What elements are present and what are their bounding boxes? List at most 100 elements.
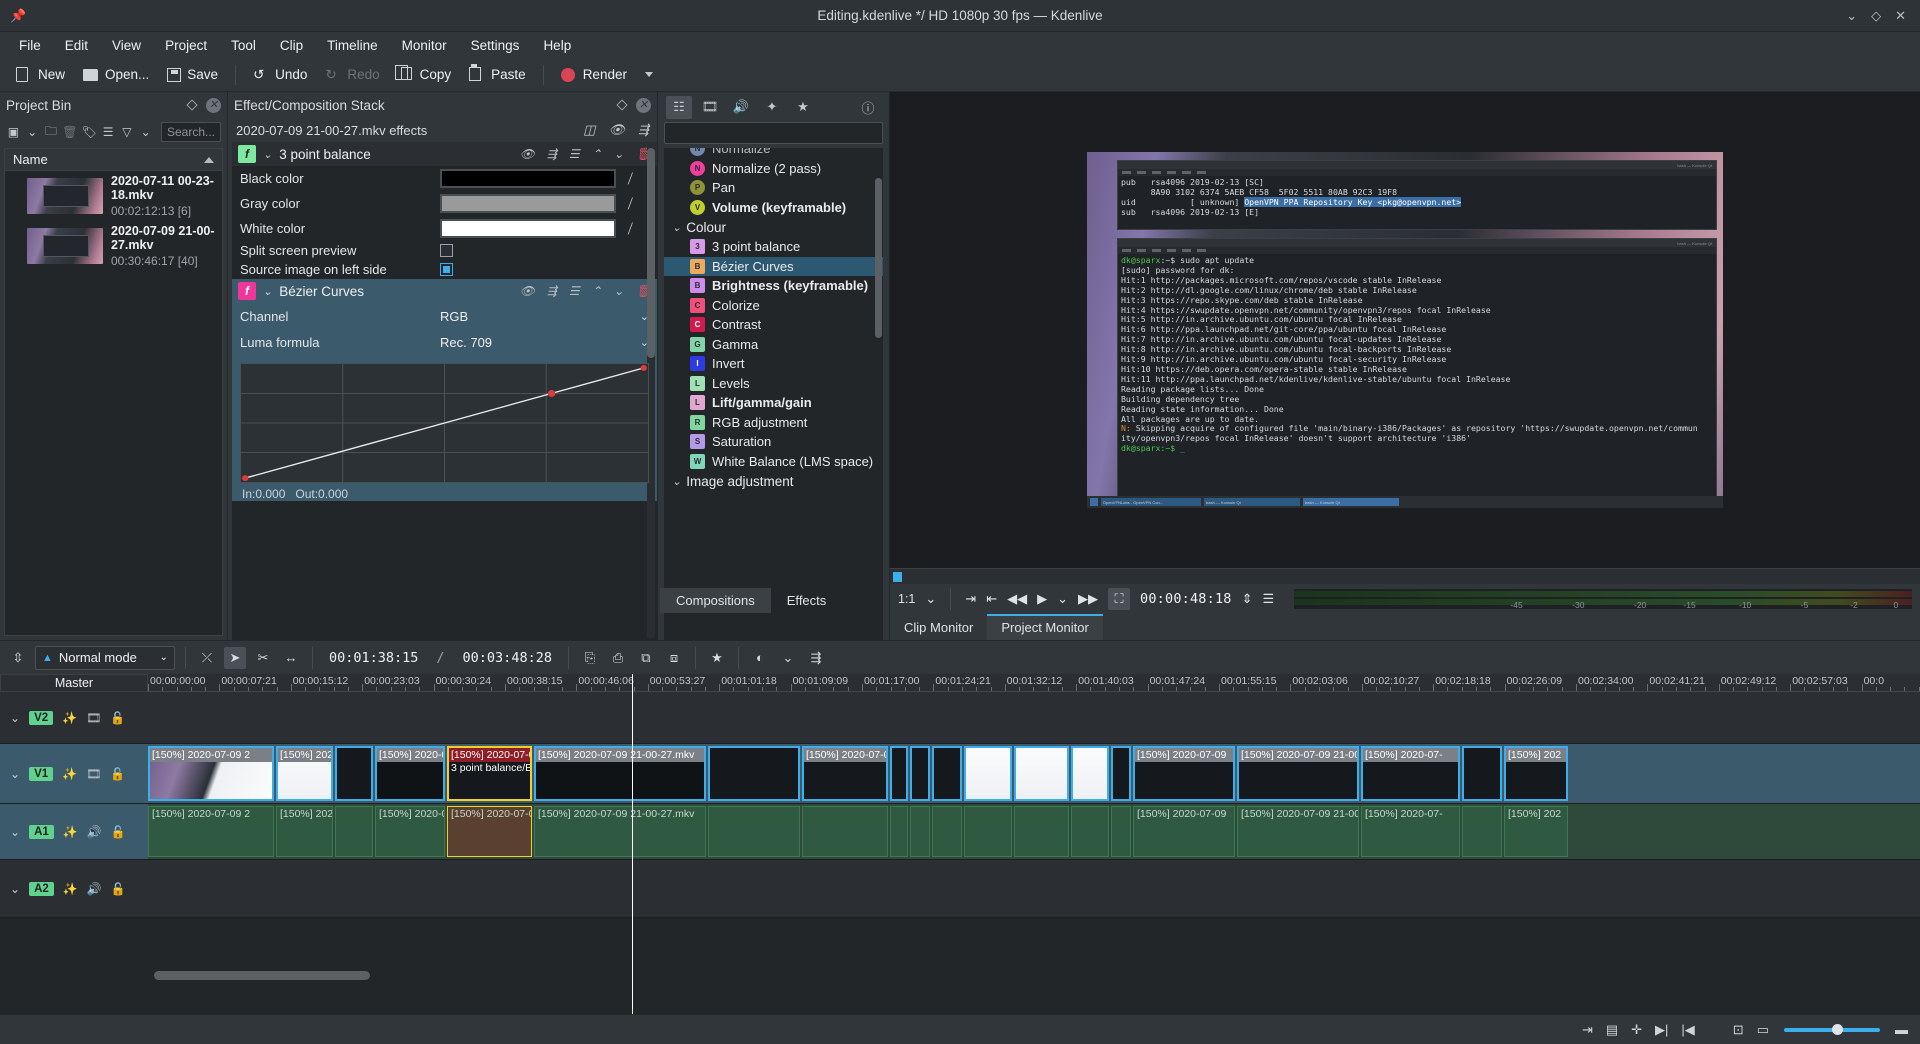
menu-help[interactable]: Help [532, 35, 582, 56]
effect-item-brightness-keyframable[interactable]: B Brightness (keyframable) [664, 276, 883, 296]
maximize-icon[interactable]: ◇ [1871, 8, 1881, 24]
eye-icon[interactable]: 👁 [520, 284, 535, 298]
overwrite-zone-icon[interactable]: ⧈ [663, 647, 685, 669]
move-up-icon[interactable]: ⌃ [592, 284, 602, 298]
timeline-audio-clip[interactable] [802, 806, 888, 857]
track-header-v2[interactable]: ⌄ V2 ✨ 🎞 🔓 [0, 692, 148, 743]
settings-sliders-icon[interactable]: ⇶ [638, 122, 649, 138]
list-item[interactable]: 2020-07-11 00-23-18.mkv 00:02:12:13 [6] [5, 171, 222, 221]
close-icon[interactable]: ✕ [636, 98, 651, 113]
timeline-clip[interactable] [1014, 746, 1069, 801]
eyedropper-icon[interactable]: ⟋ [624, 219, 638, 237]
marker-in-icon[interactable]: ▶| [1655, 1022, 1668, 1038]
effect-item-saturation[interactable]: S Saturation [664, 432, 883, 452]
timeline-clip[interactable]: [150%] 2020-07- [276, 746, 333, 801]
source-left-checkbox[interactable] [440, 263, 453, 276]
eyedropper-icon[interactable]: ⟋ [624, 169, 638, 187]
track-lock-icon[interactable]: 🔓 [111, 825, 126, 839]
menu-monitor[interactable]: Monitor [391, 35, 458, 56]
timeline-clip[interactable] [708, 746, 800, 801]
play-dropdown-icon[interactable]: ⌄ [1057, 591, 1068, 607]
new-button[interactable]: New [8, 63, 73, 87]
timeline-settings-icon[interactable]: ⇶ [805, 647, 827, 669]
track-body-a1[interactable]: [150%] 2020-07-09 2[150%] 2020-07-[150%]… [148, 804, 1920, 859]
effect-item-white-balance-lms[interactable]: W White Balance (LMS space) [664, 452, 883, 472]
timeline-audio-clip[interactable] [1014, 806, 1069, 857]
razor-tool-icon[interactable]: ✂ [252, 647, 274, 669]
timeline-clip[interactable]: [150%] 202 [1504, 746, 1568, 801]
list-item[interactable]: 2020-07-09 21-00-27.mkv 00:30:46:17 [40] [5, 221, 222, 271]
effect-item-pan[interactable]: P Pan [664, 178, 883, 198]
minimize-icon[interactable]: ⌄ [1846, 8, 1857, 24]
render-dropdown[interactable] [637, 68, 661, 81]
close-icon[interactable]: ✕ [1895, 8, 1906, 24]
extract-zone-icon[interactable]: ⎙ [607, 647, 629, 669]
list-view-icon[interactable]: ☰ [101, 124, 116, 141]
chevron-right-icon[interactable]: ⌄ [672, 475, 681, 488]
play-icon[interactable]: ▶ [1037, 591, 1047, 607]
timeline-menu-icon[interactable]: ⇳ [7, 647, 29, 669]
menu-file[interactable]: File [8, 35, 52, 56]
split-compare-icon[interactable]: ◫ [583, 122, 595, 138]
spacer-tool-icon[interactable]: ↔ [280, 647, 302, 669]
menu-project[interactable]: Project [154, 35, 218, 56]
timeline-clip[interactable]: [150%] 2020-07-09 21-00-27.mkv [534, 746, 706, 801]
tab-clip-monitor[interactable]: Clip Monitor [890, 616, 987, 640]
close-icon[interactable]: ✕ [206, 98, 221, 113]
effect-item-rgb-adjustment[interactable]: R RGB adjustment [664, 413, 883, 433]
eye-icon[interactable]: 👁 [609, 122, 626, 138]
taskbar-item[interactable]: bash — Konsole Qt [1303, 498, 1399, 506]
filter-icon[interactable]: ▽ [119, 124, 134, 141]
effect-item-colorize[interactable]: C Colorize [664, 296, 883, 316]
insert-edit-icon[interactable]: ⇥ [1582, 1022, 1593, 1038]
start-menu-icon[interactable] [1090, 498, 1098, 506]
timeline-clip[interactable] [910, 746, 930, 801]
menu-icon[interactable]: ☰ [569, 284, 580, 298]
effect-item-invert[interactable]: I Invert [664, 354, 883, 374]
move-down-icon[interactable]: ⌄ [614, 147, 624, 161]
timeline-audio-clip[interactable] [335, 806, 373, 857]
eye-icon[interactable]: 👁 [520, 147, 535, 161]
track-body-a2[interactable] [148, 860, 1920, 917]
tab-project-monitor[interactable]: Project Monitor [987, 614, 1102, 640]
fit-zoom-icon[interactable]: ⊡ [1733, 1022, 1744, 1038]
menu-settings[interactable]: Settings [460, 35, 531, 56]
add-clip-icon[interactable]: ▣ [6, 124, 21, 141]
monitor-position-marker[interactable] [893, 572, 902, 582]
track-audio-icon[interactable]: 🔊 [87, 882, 102, 896]
preview-dropdown-icon[interactable]: ⌄ [777, 647, 799, 669]
effect-group-colour[interactable]: ⌄ Colour [664, 217, 883, 237]
master-track-header[interactable]: Master [0, 674, 148, 692]
timeline-audio-clip[interactable]: [150%] 2020-07-09 21-00-27.mkv [1237, 806, 1359, 857]
track-header-v1[interactable]: ⌄ V1 ✨ 🎞 🔓 [0, 744, 148, 803]
preview-render-icon[interactable]: ◐ [749, 647, 771, 669]
effects-list-scrollbar[interactable] [875, 178, 882, 338]
timeline-ruler[interactable]: 00:00:00:0000:00:07:2100:00:15:1200:00:2… [148, 674, 1920, 692]
timeline-audio-clip[interactable]: [150%] 202 [1504, 806, 1568, 857]
filter-dropdown-icon[interactable]: ⌄ [138, 124, 153, 141]
tab-custom-effects-icon[interactable]: ✦ [759, 96, 785, 119]
render-button[interactable]: Render [553, 63, 635, 87]
zoom-in-icon[interactable]: ▬ [1895, 1022, 1908, 1037]
timeline-audio-clip[interactable]: [150%] 2020-07- [375, 806, 445, 857]
track-audio-icon[interactable]: 🔊 [87, 825, 102, 839]
track-name[interactable]: A1 [29, 825, 54, 839]
effects-search-input[interactable] [664, 122, 883, 144]
keyframe-icon[interactable]: ⇶ [547, 284, 557, 298]
timeline-position[interactable]: 00:01:38:15 [323, 650, 424, 666]
sort-ascending-icon[interactable] [204, 157, 214, 163]
timeline-audio-clip[interactable] [910, 806, 930, 857]
color-swatch-gray[interactable] [440, 194, 616, 213]
effect-item-lift-gamma-gain[interactable]: L Lift/gamma/gain [664, 393, 883, 413]
effect-item-normalize[interactable]: N Normalize [664, 148, 883, 159]
effect-item-normalize-2pass[interactable]: N Normalize (2 pass) [664, 159, 883, 179]
color-swatch-white[interactable] [440, 219, 616, 238]
info-icon[interactable]: ⓘ [855, 96, 881, 119]
track-body-v2[interactable] [148, 692, 1920, 743]
track-name[interactable]: V2 [29, 711, 53, 725]
timeline-clip[interactable] [1462, 746, 1502, 801]
effect-item-volume-keyframable[interactable]: V Volume (keyframable) [664, 198, 883, 218]
channel-value[interactable]: RGB [440, 309, 468, 324]
taskbar-item[interactable]: bash — Konsole Qt [1204, 498, 1300, 506]
bin-column-header[interactable]: Name [5, 149, 222, 171]
